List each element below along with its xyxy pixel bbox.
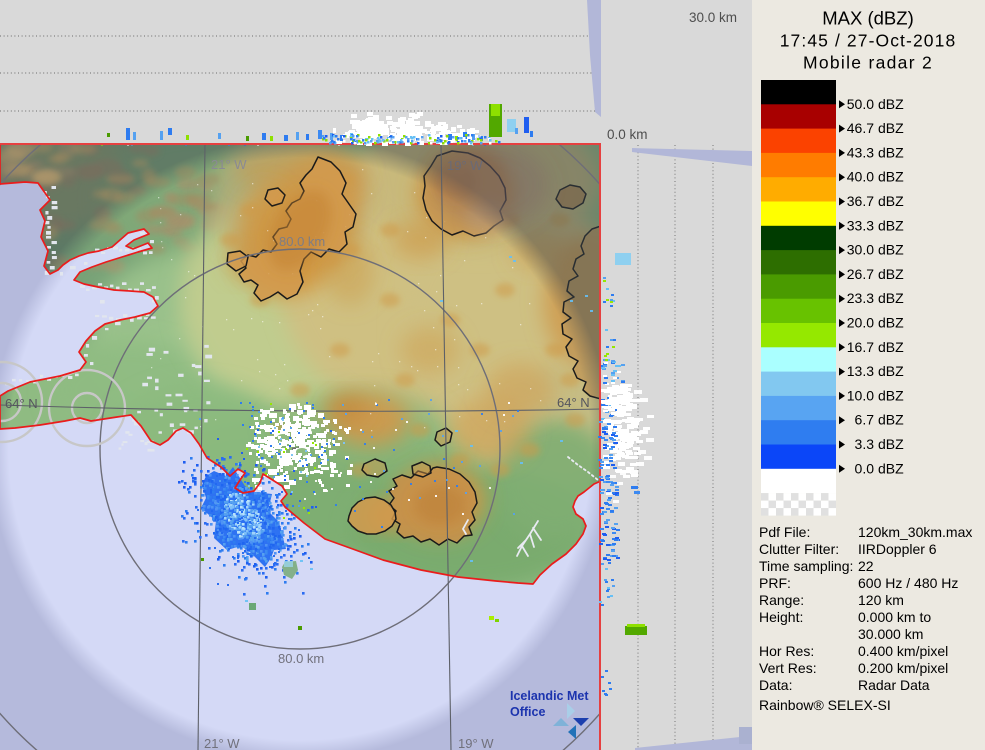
svg-text:dBZ: dBZ [878, 412, 904, 428]
svg-text:64° N: 64° N [5, 396, 38, 411]
svg-text:dBZ: dBZ [878, 193, 904, 209]
svg-text:dBZ: dBZ [878, 290, 904, 306]
svg-text:0.0: 0.0 [855, 460, 875, 476]
svg-text:0.200 km/pixel: 0.200 km/pixel [858, 660, 948, 676]
svg-text:30.0 km: 30.0 km [689, 10, 737, 25]
svg-text:19° W: 19° W [447, 158, 483, 173]
svg-text:30.0: 30.0 [847, 242, 874, 258]
svg-text:Hor Res:: Hor Res: [759, 643, 814, 659]
svg-text:3.3: 3.3 [855, 436, 875, 452]
svg-text:Clutter Filter:: Clutter Filter: [759, 541, 839, 557]
svg-text:26.7: 26.7 [847, 266, 874, 282]
svg-text:dBZ: dBZ [878, 460, 904, 476]
svg-text:120 km: 120 km [858, 592, 904, 608]
svg-text:Height:: Height: [759, 609, 803, 625]
svg-text:dBZ: dBZ [878, 120, 904, 136]
svg-text:22: 22 [858, 558, 874, 574]
svg-text:23.3: 23.3 [847, 290, 874, 306]
svg-text:PRF:: PRF: [759, 575, 791, 591]
svg-text:Pdf File:: Pdf File: [759, 524, 810, 540]
svg-text:80.0 km: 80.0 km [279, 234, 325, 249]
svg-text:36.7: 36.7 [847, 193, 874, 209]
svg-text:64° N: 64° N [557, 395, 590, 410]
svg-text:Data:: Data: [759, 677, 792, 693]
svg-text:0.0 km: 0.0 km [607, 127, 648, 142]
svg-text:Vert Res:: Vert Res: [759, 660, 817, 676]
svg-text:dBZ: dBZ [878, 242, 904, 258]
svg-text:30.000 km: 30.000 km [858, 626, 923, 642]
svg-text:Rainbow® SELEX-SI: Rainbow® SELEX-SI [759, 697, 891, 713]
svg-text:46.7: 46.7 [847, 120, 874, 136]
svg-text:50.0: 50.0 [847, 96, 874, 112]
svg-text:dBZ: dBZ [878, 96, 904, 112]
svg-text:17:45 / 27-Oct-2018: 17:45 / 27-Oct-2018 [780, 31, 957, 51]
svg-text:dBZ: dBZ [878, 266, 904, 282]
svg-text:33.3: 33.3 [847, 217, 874, 233]
svg-text:16.7: 16.7 [847, 339, 874, 355]
svg-text:IIRDoppler 6: IIRDoppler 6 [858, 541, 937, 557]
svg-text:600 Hz / 480 Hz: 600 Hz / 480 Hz [858, 575, 958, 591]
svg-text:Mobile radar 2: Mobile radar 2 [803, 53, 933, 73]
svg-text:6.7: 6.7 [855, 412, 875, 428]
svg-text:10.0: 10.0 [847, 387, 874, 403]
svg-text:40.0: 40.0 [847, 169, 874, 185]
svg-text:Time sampling:: Time sampling: [759, 558, 853, 574]
svg-text:21° W: 21° W [204, 736, 240, 750]
svg-text:Radar Data: Radar Data [858, 677, 930, 693]
svg-text:dBZ: dBZ [878, 315, 904, 331]
svg-text:20.0: 20.0 [847, 315, 874, 331]
svg-text:dBZ: dBZ [878, 339, 904, 355]
svg-text:0.000 km to: 0.000 km to [858, 609, 931, 625]
svg-text:dBZ: dBZ [878, 217, 904, 233]
svg-text:dBZ: dBZ [878, 169, 904, 185]
svg-text:43.3: 43.3 [847, 144, 874, 160]
svg-text:13.3: 13.3 [847, 363, 874, 379]
svg-text:21° W: 21° W [211, 157, 247, 172]
svg-text:0.400 km/pixel: 0.400 km/pixel [858, 643, 948, 659]
svg-text:MAX (dBZ): MAX (dBZ) [822, 8, 913, 29]
svg-text:19° W: 19° W [458, 736, 494, 750]
svg-text:dBZ: dBZ [878, 387, 904, 403]
svg-text:dBZ: dBZ [878, 436, 904, 452]
svg-text:Office: Office [510, 705, 545, 719]
svg-text:Icelandic Met: Icelandic Met [510, 689, 589, 703]
svg-text:dBZ: dBZ [878, 363, 904, 379]
svg-text:dBZ: dBZ [878, 144, 904, 160]
svg-text:80.0 km: 80.0 km [278, 651, 324, 666]
svg-text:120km_30km.max: 120km_30km.max [858, 524, 972, 540]
svg-text:Range:: Range: [759, 592, 804, 608]
